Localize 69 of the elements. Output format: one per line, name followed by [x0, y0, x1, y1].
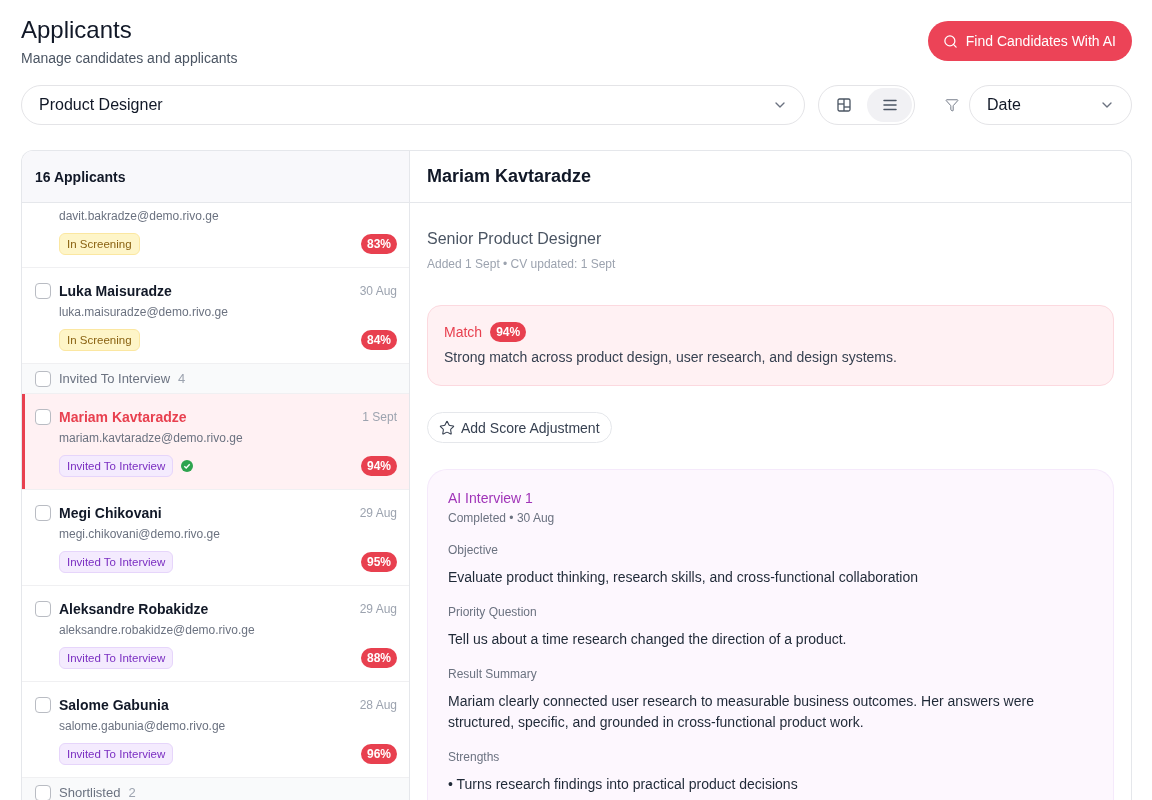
interview-title: AI Interview 1 [448, 489, 534, 507]
applicant-name: Megi Chikovani [59, 505, 163, 521]
section-label: Result Summary [448, 666, 538, 682]
section-text: Tell us about a time research changed the direction of a product. [448, 630, 848, 649]
score-badge: 95% [360, 552, 397, 572]
applicant-name: Luka Maisuradze [59, 283, 173, 299]
candidate-name: Mariam Kavtaradze [410, 151, 1131, 203]
sort-select[interactable]: Date [969, 85, 1132, 125]
group-label: Shortlisted [59, 785, 121, 800]
group-count: 2 [128, 785, 136, 800]
applied-date: 28 Aug [359, 698, 397, 712]
applicant-name: Salome Gabunia [59, 697, 170, 713]
applied-date: 30 Aug [359, 284, 397, 298]
search-icon [942, 33, 958, 49]
candidate-role: Senior Product Designer [427, 229, 603, 249]
page-subtitle: Manage candidates and applicants [21, 49, 238, 67]
group-count: 4 [178, 371, 186, 386]
applicant-email: luka.maisuradze@demo.rivo.ge [59, 304, 229, 320]
score-badge: 94% [490, 322, 527, 342]
applicants-count: 16 Applicants [22, 151, 409, 203]
status-badge: Invited To Interview [59, 455, 174, 477]
score-badge: 84% [360, 330, 397, 350]
applied-date: 29 Aug [359, 506, 397, 520]
section-text: • Turns research findings into practical product decisions [448, 775, 799, 794]
checkbox[interactable] [35, 697, 51, 713]
interview-meta: Completed • 30 Aug [448, 510, 556, 526]
checkbox[interactable] [35, 784, 51, 800]
applied-date: 1 Sept [362, 410, 397, 424]
applicant-name: Aleksandre Robakidze [59, 601, 210, 617]
section-text: Evaluate product thinking, research skills, and cross-functional collaboration [448, 568, 920, 587]
score-badge: 96% [360, 744, 397, 764]
applicant-email: salome.gabunia@demo.rivo.ge [59, 718, 227, 734]
section-text: Mariam clearly connected user research to measurable business outcomes. Her answers were structured, specific, and grounded in cross-functional product work. [448, 692, 1035, 732]
section-label: Priority Question [448, 604, 538, 620]
group-label: Invited To Interview [59, 371, 171, 386]
score-badge: 94% [360, 456, 397, 476]
star-icon [439, 419, 455, 436]
checkbox[interactable] [35, 601, 51, 617]
page-title: Applicants [21, 16, 133, 44]
applicant-row[interactable]: Mariam Kavtaradze 1 Sept mariam.kavtaradze@demo.rivo.ge Invited To Interview 94% [22, 394, 409, 490]
applicant-email: mariam.kavtaradze@demo.rivo.ge [59, 430, 244, 446]
match-label: Match [444, 324, 483, 340]
section-label: Strengths [448, 749, 501, 765]
grid-icon [836, 98, 851, 112]
status-badge: Invited To Interview [59, 647, 174, 669]
filter-icon[interactable] [945, 98, 959, 112]
status-badge: Invited To Interview [59, 743, 174, 765]
score-badge: 83% [360, 234, 397, 254]
checkbox[interactable] [35, 370, 51, 387]
checkbox[interactable] [35, 505, 51, 521]
applicant-email: davit.bakradze@demo.rivo.ge [59, 208, 220, 224]
section-label: Objective [448, 542, 500, 558]
score-badge: 88% [360, 648, 397, 668]
checkbox[interactable] [35, 283, 51, 299]
job-select[interactable]: Product Designer [21, 85, 805, 125]
add-score-adjustment-button[interactable]: Add Score Adjustment [427, 412, 612, 443]
applicant-email: megi.chikovani@demo.rivo.ge [59, 526, 221, 542]
applicant-name: Mariam Kavtaradze [59, 409, 188, 425]
status-badge: Invited To Interview [59, 551, 174, 573]
status-badge: In Screening [59, 233, 140, 255]
checkbox[interactable] [35, 409, 51, 425]
find-candidates-button[interactable]: Find Candidates With AI [927, 21, 1132, 61]
view-mode-button[interactable] [867, 88, 912, 122]
list-icon [882, 99, 897, 111]
applied-date: 29 Aug [359, 602, 397, 616]
applicant-email: aleksandre.robakidze@demo.rivo.ge [59, 622, 256, 638]
status-badge: In Screening [59, 329, 140, 351]
match-summary: Strong match across product design, user research, and design systems. [444, 348, 898, 367]
candidate-meta: Added 1 Sept • CV updated: 1 Sept [427, 256, 617, 272]
